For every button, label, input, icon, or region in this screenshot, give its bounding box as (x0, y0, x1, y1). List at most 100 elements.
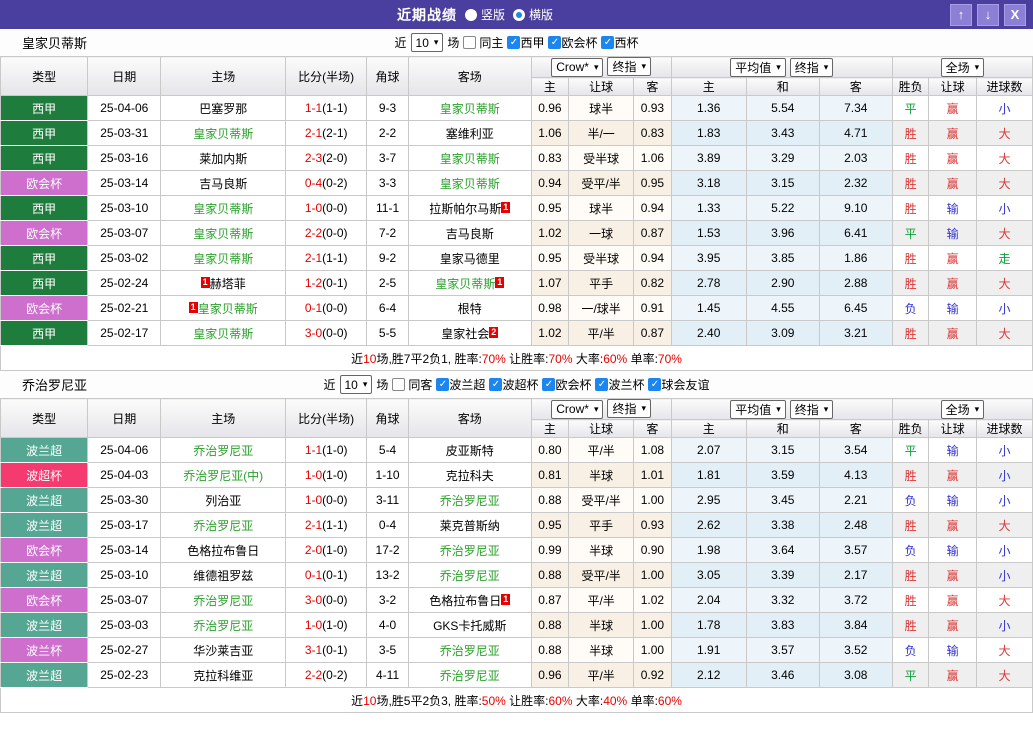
move-down-button[interactable]: ↓ (977, 3, 999, 26)
filter-checkbox-league-0[interactable]: ✓ 西甲 (507, 34, 544, 51)
match-date: 25-03-31 (87, 120, 162, 146)
average-odds-cell: 1.53 (670, 220, 747, 246)
filter-checkbox-league-1[interactable]: ✓ 欧会杯 (548, 34, 597, 51)
scope-selector: 全场 ▾ (891, 56, 1033, 78)
match-date: 25-03-16 (87, 145, 162, 171)
odds-time-select[interactable]: 终指 ▾ (607, 399, 652, 419)
full-time-score: 1-0 (304, 618, 323, 632)
red-card-badge: 1 (200, 276, 210, 288)
filter-checkbox-same[interactable]: 同主 (463, 34, 503, 51)
filter-checkbox-same[interactable]: 同客 (392, 376, 432, 393)
scope-select[interactable]: 全场 ▾ (940, 57, 985, 77)
radio-option-vertical[interactable]: 竖版 (464, 6, 505, 23)
result-cell: 平 (891, 95, 930, 121)
league-badge: 波兰超 (0, 562, 89, 588)
result-cell: 大 (976, 587, 1033, 613)
away-team: 皇家贝蒂斯 (407, 145, 532, 171)
full-time-score: 2-3 (304, 151, 323, 165)
average-time-select[interactable]: 终指 ▾ (789, 399, 834, 419)
selector-row: 类型 日期 主场 比分(半场) 角球 客场 Crow* ▾ 终指 ▾ 平均值 ▾ 终指 ▾ 全场 ▾ (0, 56, 1033, 96)
match-row: 波兰超 25-03-03 乔治罗尼亚 1-0(1-0) 4-0 GKS卡托威斯 0.88 半球… (0, 612, 1033, 638)
away-team: 乔治罗尼亚 (407, 537, 532, 563)
average-source-select[interactable]: 平均值 ▾ (730, 399, 786, 419)
section-controls: 乔治罗尼亚 近 10 ▾ 场 同客 ✓ 波兰超 ✓ 波超杯 ✓ 欧会杯 ✓ 波兰杯 ✓ 球会友谊 (0, 371, 1033, 398)
odds-time-select[interactable]: 终指 ▾ (607, 57, 652, 77)
result-cell: 大 (976, 320, 1033, 346)
league-badge: 欧会杯 (0, 537, 89, 563)
summary-part: 近 (351, 693, 364, 708)
handicap-odds-cell: 受平/半 (568, 487, 635, 513)
games-label: 场 (376, 378, 389, 392)
score-cell: 2-1(2-1) (285, 120, 368, 146)
recent-count-select[interactable]: 10 ▾ (410, 33, 444, 52)
result-cell: 胜 (891, 512, 930, 538)
recent-count-select[interactable]: 10 ▾ (339, 375, 373, 394)
filter-checkbox-league-0[interactable]: ✓ 波兰超 (436, 376, 485, 393)
score-cell: 3-0(0-0) (285, 587, 368, 613)
match-date: 25-03-10 (87, 195, 162, 221)
average-source-select-value: 平均值 (735, 402, 772, 417)
filter-checkbox-league-1[interactable]: ✓ 波超杯 (489, 376, 538, 393)
average-time-select[interactable]: 终指 ▾ (789, 57, 834, 77)
scope-select[interactable]: 全场 ▾ (940, 399, 985, 419)
red-card-badge: 1 (501, 201, 511, 213)
match-date: 25-03-10 (87, 562, 162, 588)
full-time-score: 0-1 (304, 568, 323, 582)
half-time-score: (0-0) (322, 226, 348, 240)
result-cell: 赢 (928, 245, 978, 271)
column-header: 日期 (87, 398, 162, 438)
close-button[interactable]: X (1004, 3, 1026, 26)
column-subheader: 主 (530, 419, 570, 438)
home-team: 华沙莱吉亚 (160, 637, 287, 663)
filter-checkbox-league-4[interactable]: ✓ 球会友谊 (648, 376, 710, 393)
home-team: 吉马良斯 (160, 170, 287, 196)
team-name: 乔治罗尼亚 (22, 378, 88, 393)
odds-company-select[interactable]: Crow* ▾ (551, 399, 604, 419)
result-cell: 小 (976, 487, 1033, 513)
match-row: 西甲 25-02-24 1 赫塔菲 1-2(0-1) 2-5 皇家贝蒂斯 1 1.07 平手 0.8… (0, 270, 1033, 296)
match-row: 波兰超 25-02-23 克拉科维亚 2-2(0-2) 4-11 乔治罗尼亚 0.96 平/半… (0, 662, 1033, 688)
radio-horizontal-label: 横版 (529, 8, 554, 22)
filter-group: 近 10 ▾ 场 同主 ✓ 西甲 ✓ 欧会杯 ✓ 西杯 (395, 33, 638, 52)
summary-part: 单率: (627, 351, 658, 366)
filter-league-label: 波兰杯 (608, 378, 645, 392)
league-badge: 西甲 (0, 120, 89, 146)
score-cell: 2-2(0-2) (285, 662, 368, 688)
average-odds-cell: 3.15 (745, 170, 820, 196)
checkbox-checked-icon: ✓ (542, 378, 556, 391)
average-odds-cell: 3.64 (745, 537, 820, 563)
handicap-odds-cell: 1.01 (633, 462, 672, 488)
radio-option-horizontal[interactable]: 横版 (513, 6, 553, 23)
checkbox-checked-icon: ✓ (648, 378, 662, 391)
filter-checkbox-league-2[interactable]: ✓ 西杯 (601, 34, 638, 51)
result-cell: 大 (976, 270, 1033, 296)
league-badge: 波兰超 (0, 437, 89, 463)
scope-select-value: 全场 (945, 402, 970, 417)
handicap-odds-cell: 1.07 (530, 270, 570, 296)
result-cell: 胜 (891, 462, 930, 488)
move-up-button[interactable]: ↑ (950, 3, 972, 26)
average-odds-cell: 2.03 (818, 145, 893, 171)
scope-select-value: 全场 (945, 60, 970, 75)
summary-part: 70% (657, 351, 682, 366)
full-time-score: 1-0 (304, 468, 323, 482)
odds-time-select-value: 终指 (612, 60, 637, 75)
recent-count-select-value: 10 (415, 35, 429, 50)
match-row: 欧会杯 25-03-07 乔治罗尼亚 3-0(0-0) 3-2 色格拉布鲁日 1 0.87 平/… (0, 587, 1033, 613)
average-odds-cell: 3.83 (745, 612, 820, 638)
half-time-score: (0-0) (322, 326, 348, 340)
checkbox-checked-icon: ✓ (489, 378, 503, 391)
filter-checkbox-league-3[interactable]: ✓ 波兰杯 (595, 376, 644, 393)
filter-checkbox-league-2[interactable]: ✓ 欧会杯 (542, 376, 591, 393)
handicap-odds-cell: 0.99 (530, 537, 570, 563)
column-header: 主场 (160, 56, 287, 96)
match-date: 25-03-17 (87, 512, 162, 538)
result-cell: 负 (891, 537, 930, 563)
odds-company-select[interactable]: Crow* ▾ (551, 57, 604, 77)
average-odds-cell: 3.45 (745, 487, 820, 513)
average-source-select[interactable]: 平均值 ▾ (730, 57, 786, 77)
league-badge: 西甲 (0, 245, 89, 271)
games-label: 场 (447, 36, 460, 50)
half-time-score: (2-1) (322, 126, 348, 140)
half-time-score: (0-2) (322, 668, 348, 682)
